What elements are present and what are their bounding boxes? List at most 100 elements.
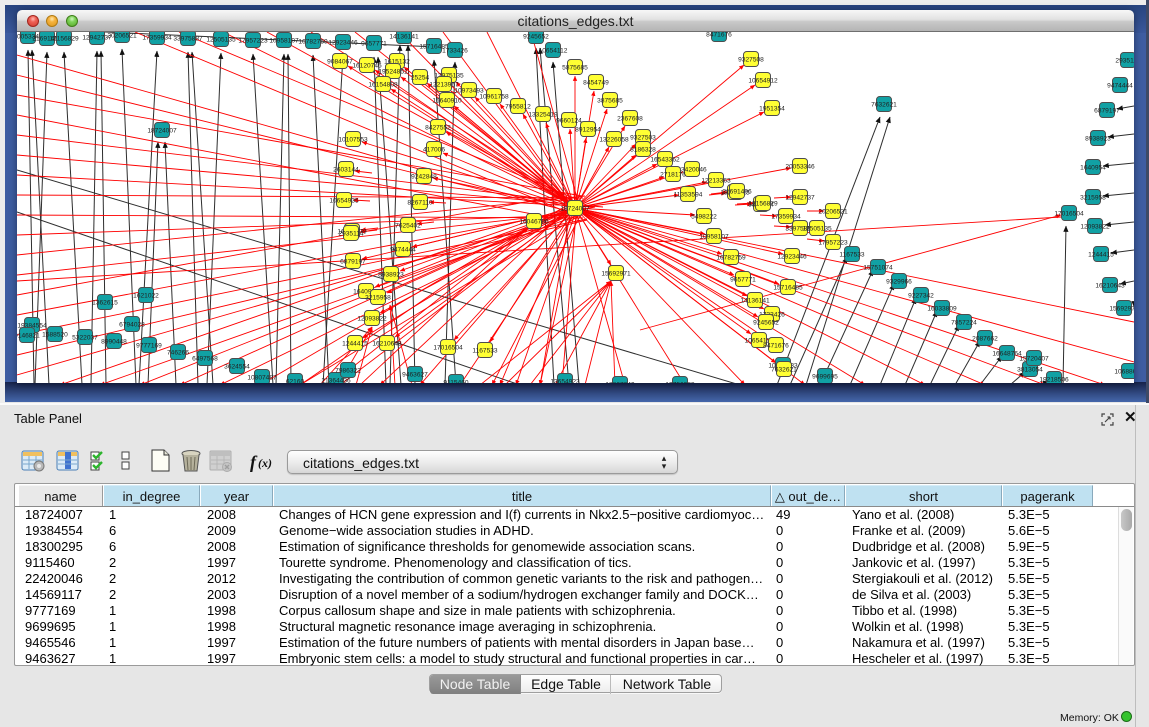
svg-text:14136141: 14136141 bbox=[740, 297, 770, 304]
svg-text:7986322: 7986322 bbox=[335, 367, 361, 374]
svg-text:18807249: 18807249 bbox=[605, 381, 635, 383]
svg-text:746266: 746266 bbox=[167, 349, 189, 356]
svg-text:33975887: 33975887 bbox=[173, 35, 203, 42]
svg-text:17957223: 17957223 bbox=[238, 37, 268, 44]
svg-text:12093822: 12093822 bbox=[357, 315, 387, 322]
svg-text:5498222: 5498222 bbox=[691, 213, 717, 220]
svg-text:2087662: 2087662 bbox=[972, 335, 998, 342]
svg-text:17359934: 17359934 bbox=[142, 34, 172, 41]
svg-text:21691406: 21691406 bbox=[722, 188, 752, 195]
svg-text:18724007: 18724007 bbox=[147, 127, 177, 134]
svg-text:8454749: 8454749 bbox=[583, 79, 609, 86]
svg-text:12156829: 12156829 bbox=[49, 35, 79, 42]
svg-text:9657771: 9657771 bbox=[730, 276, 756, 283]
svg-text:10958107: 10958107 bbox=[269, 37, 299, 44]
svg-text:10807487: 10807487 bbox=[247, 374, 277, 381]
svg-text:2603144: 2603144 bbox=[333, 166, 359, 173]
svg-text:7632621: 7632621 bbox=[871, 101, 897, 108]
svg-text:16782759: 16782759 bbox=[716, 254, 746, 261]
svg-text:16543362: 16543362 bbox=[650, 156, 680, 163]
svg-text:f: f bbox=[250, 452, 258, 472]
svg-text:12923446: 12923446 bbox=[777, 253, 807, 260]
svg-text:15720407: 15720407 bbox=[1019, 355, 1049, 362]
svg-text:15751074: 15751074 bbox=[863, 264, 893, 271]
svg-text:1244415: 1244415 bbox=[342, 340, 368, 347]
svg-text:16782759: 16782759 bbox=[298, 38, 328, 45]
svg-text:9657771: 9657771 bbox=[361, 40, 387, 47]
svg-text:9327508: 9327508 bbox=[738, 56, 764, 63]
svg-text:19756923: 19756923 bbox=[665, 381, 695, 383]
svg-text:9242848: 9242848 bbox=[411, 173, 437, 180]
svg-text:12505135: 12505135 bbox=[802, 225, 832, 232]
svg-text:9474444: 9474444 bbox=[1107, 82, 1133, 89]
svg-text:9777169: 9777169 bbox=[136, 342, 162, 349]
svg-text:8471676: 8471676 bbox=[706, 32, 732, 38]
svg-text:8938923: 8938923 bbox=[1085, 135, 1111, 142]
svg-text:19218506: 19218506 bbox=[1039, 376, 1069, 383]
svg-text:13226058: 13226058 bbox=[599, 136, 629, 143]
svg-text:12156829: 12156829 bbox=[748, 200, 778, 207]
svg-text:13654923: 13654923 bbox=[550, 378, 580, 383]
svg-text:9227342: 9227342 bbox=[908, 292, 934, 299]
svg-text:6794028: 6794028 bbox=[119, 321, 145, 328]
svg-text:20053346: 20053346 bbox=[785, 163, 815, 170]
svg-text:20206521: 20206521 bbox=[107, 32, 137, 39]
svg-text:19524851: 19524851 bbox=[378, 68, 408, 75]
svg-text:16210643: 16210643 bbox=[372, 340, 402, 347]
svg-text:12923446: 12923446 bbox=[328, 39, 358, 46]
svg-text:2935114: 2935114 bbox=[1115, 57, 1134, 64]
svg-text:16033809: 16033809 bbox=[927, 305, 957, 312]
svg-text:15692971: 15692971 bbox=[1109, 305, 1134, 312]
svg-text:9245652: 9245652 bbox=[753, 319, 779, 326]
svg-text:7625402: 7625402 bbox=[395, 222, 421, 229]
svg-text:1167533: 1167533 bbox=[839, 251, 865, 258]
svg-text:16648764: 16648764 bbox=[992, 350, 1022, 357]
svg-text:10654912: 10654912 bbox=[748, 77, 778, 84]
svg-text:9245652: 9245652 bbox=[523, 33, 549, 40]
svg-text:1167533: 1167533 bbox=[472, 347, 498, 354]
svg-text:9329966: 9329966 bbox=[886, 278, 912, 285]
svg-text:6879197: 6879197 bbox=[1094, 107, 1120, 114]
svg-text:9327503: 9327503 bbox=[630, 134, 656, 141]
svg-text:17016504: 17016504 bbox=[1054, 210, 1084, 217]
svg-text:9660124: 9660124 bbox=[556, 117, 582, 124]
svg-text:1362615: 1362615 bbox=[92, 299, 118, 306]
svg-text:3875685: 3875685 bbox=[597, 97, 623, 104]
svg-text:15692971: 15692971 bbox=[601, 270, 631, 277]
svg-text:9146821: 9146821 bbox=[17, 332, 40, 339]
svg-text:12942737: 12942737 bbox=[785, 194, 815, 201]
svg-text:10961758: 10961758 bbox=[479, 93, 509, 100]
svg-text:9474444: 9474444 bbox=[390, 246, 416, 253]
svg-text:10107553: 10107553 bbox=[338, 136, 368, 143]
svg-text:1244415: 1244415 bbox=[1088, 251, 1114, 258]
svg-text:8990448: 8990448 bbox=[101, 338, 127, 345]
svg-text:7857224: 7857224 bbox=[951, 319, 977, 326]
svg-text:25254: 25254 bbox=[411, 74, 430, 81]
svg-text:5875685: 5875685 bbox=[562, 64, 588, 71]
svg-text:1588520: 1588520 bbox=[42, 331, 68, 338]
svg-text:10958107: 10958107 bbox=[699, 233, 729, 240]
svg-text:6497568: 6497568 bbox=[192, 355, 218, 362]
svg-text:3624554: 3624554 bbox=[224, 363, 250, 370]
svg-text:8186328: 8186328 bbox=[630, 146, 656, 153]
svg-text:62160: 62160 bbox=[286, 378, 305, 383]
svg-text:9463627: 9463627 bbox=[402, 371, 428, 378]
svg-text:8427552: 8427552 bbox=[425, 124, 451, 131]
svg-text:3813054: 3813054 bbox=[1017, 366, 1043, 373]
svg-text:17957223: 17957223 bbox=[818, 239, 848, 246]
svg-text:10654112: 10654112 bbox=[539, 47, 568, 54]
svg-text:2718176: 2718176 bbox=[660, 171, 686, 178]
svg-text:17359934: 17359934 bbox=[771, 213, 801, 220]
svg-text:1733426: 1733426 bbox=[442, 47, 468, 54]
svg-text:1621022: 1621022 bbox=[133, 292, 159, 299]
svg-text:16154808: 16154808 bbox=[368, 81, 398, 88]
svg-text:1951354: 1951354 bbox=[759, 105, 785, 112]
svg-text:12093822: 12093822 bbox=[1080, 223, 1110, 230]
svg-text:12213363: 12213363 bbox=[701, 177, 731, 184]
svg-text:9115460: 9115460 bbox=[443, 379, 469, 383]
svg-text:3215958: 3215958 bbox=[1080, 194, 1106, 201]
svg-text:417006: 417006 bbox=[423, 146, 445, 153]
svg-text:7955812: 7955812 bbox=[505, 103, 531, 110]
svg-text:20206521: 20206521 bbox=[818, 208, 848, 215]
svg-text:8912954: 8912954 bbox=[575, 126, 601, 133]
